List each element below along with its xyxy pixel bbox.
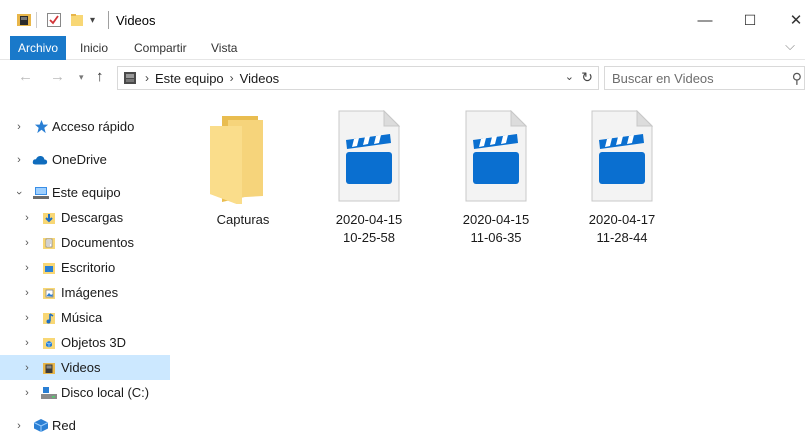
tab-inicio[interactable]: Inicio <box>72 36 116 60</box>
file-item-video-1[interactable]: 2020-04-15 10-25-58 <box>314 108 424 248</box>
nav-item-este-equipo[interactable]: › Este equipo <box>0 180 170 205</box>
chevron-right-icon[interactable]: › <box>13 154 25 166</box>
cloud-icon <box>32 152 48 168</box>
music-folder-icon <box>41 310 57 326</box>
search-icon[interactable]: ⚲ <box>792 70 802 87</box>
chevron-right-icon[interactable]: › <box>21 387 33 399</box>
nav-item-videos[interactable]: › Videos <box>0 355 170 380</box>
nav-item-escritorio[interactable]: › Escritorio <box>0 255 170 280</box>
tab-archivo[interactable]: Archivo <box>10 36 66 60</box>
nav-item-acceso-rapido[interactable]: › Acceso rápido <box>0 114 170 139</box>
chevron-right-icon[interactable]: › <box>21 212 33 224</box>
folder-icon <box>210 116 263 204</box>
tab-vista[interactable]: Vista <box>203 36 245 60</box>
nav-item-disco-local[interactable]: › Disco local (C:) <box>0 380 170 405</box>
file-view: Capturas 2020-04-15 10-25-58 2020-04-15 <box>176 102 805 448</box>
nav-item-musica[interactable]: › Música <box>0 305 170 330</box>
address-dropdown-chevron-icon[interactable]: ⌄ <box>565 70 574 83</box>
new-folder-icon[interactable] <box>70 10 84 30</box>
computer-icon <box>33 185 49 201</box>
chevron-right-icon[interactable]: › <box>21 337 33 349</box>
title-separator <box>108 11 109 29</box>
file-item-video-2[interactable]: 2020-04-15 11-06-35 <box>441 108 551 248</box>
videos-folder-icon <box>41 360 57 376</box>
chevron-right-icon[interactable]: › <box>21 312 33 324</box>
window-title: Videos <box>116 13 156 28</box>
chevron-down-icon[interactable]: › <box>13 187 25 199</box>
file-item-capturas[interactable]: Capturas <box>188 108 298 248</box>
nav-item-imagenes[interactable]: › Imágenes <box>0 280 170 305</box>
desktop-folder-icon <box>41 260 57 276</box>
network-icon <box>33 418 49 434</box>
file-name: 2020-04-15 11-06-35 <box>462 212 530 245</box>
maximize-button[interactable]: ☐ <box>735 8 765 32</box>
chevron-right-icon[interactable]: › <box>13 420 25 432</box>
ribbon-tabs: Archivo Inicio Compartir Vista ⌵ <box>0 36 805 60</box>
file-item-video-3[interactable]: 2020-04-17 11-28-44 <box>567 108 677 248</box>
tab-compartir[interactable]: Compartir <box>126 36 195 60</box>
pictures-folder-icon <box>41 285 57 301</box>
3d-objects-folder-icon <box>41 335 57 351</box>
refresh-icon[interactable]: ↻ <box>581 69 593 86</box>
star-icon <box>33 119 49 135</box>
video-file-icon <box>591 110 653 202</box>
breadcrumb-chevron-icon: › <box>229 71 234 85</box>
address-bar[interactable]: › Este equipo › Videos ⌄ ↻ <box>117 66 599 90</box>
search-placeholder: Buscar en Videos <box>612 71 714 86</box>
back-arrow-icon[interactable]: ← <box>18 68 33 85</box>
video-file-icon <box>465 110 527 202</box>
breadcrumb-videos[interactable]: Videos <box>240 71 280 86</box>
nav-item-red[interactable]: › Red <box>0 413 170 438</box>
search-box[interactable]: Buscar en Videos ⚲ <box>604 66 805 90</box>
minimize-button[interactable]: — <box>690 8 720 32</box>
video-file-icon <box>338 110 400 202</box>
up-arrow-icon[interactable]: ↑ <box>96 68 104 85</box>
nav-item-objetos-3d[interactable]: › Objetos 3D <box>0 330 170 355</box>
title-bar: ▾ Videos — ☐ ✕ <box>0 0 805 36</box>
nav-item-descargas[interactable]: › Descargas <box>0 205 170 230</box>
documents-folder-icon <box>41 235 57 251</box>
file-name: 2020-04-15 10-25-58 <box>335 212 403 245</box>
file-name: 2020-04-17 11-28-44 <box>588 212 656 245</box>
chevron-right-icon[interactable]: › <box>21 287 33 299</box>
expand-ribbon-chevron-icon[interactable]: ⌵ <box>785 38 795 54</box>
forward-arrow-icon[interactable]: → <box>50 68 65 85</box>
download-folder-icon <box>41 210 57 226</box>
videos-folder-icon <box>123 70 139 86</box>
customize-toolbar-chevron-icon[interactable]: ▾ <box>90 10 95 30</box>
chevron-right-icon[interactable]: › <box>21 362 33 374</box>
close-button[interactable]: ✕ <box>781 8 805 32</box>
chevron-right-icon[interactable]: › <box>21 237 33 249</box>
properties-checkmark-icon[interactable] <box>46 10 62 30</box>
chevron-right-icon[interactable]: › <box>13 121 25 133</box>
file-name: Capturas <box>216 212 270 227</box>
nav-item-onedrive[interactable]: › OneDrive <box>0 147 170 172</box>
recent-locations-chevron-icon[interactable]: ▾ <box>79 72 84 83</box>
drive-icon <box>41 385 57 401</box>
window-video-folder-icon[interactable] <box>16 10 32 30</box>
navigation-pane: › Acceso rápido › OneDrive › Este equipo… <box>0 102 172 448</box>
breadcrumb-chevron-icon: › <box>145 71 149 85</box>
breadcrumb-este-equipo[interactable]: Este equipo <box>155 71 224 86</box>
chevron-right-icon[interactable]: › <box>21 262 33 274</box>
nav-item-documentos[interactable]: › Documentos <box>0 230 170 255</box>
